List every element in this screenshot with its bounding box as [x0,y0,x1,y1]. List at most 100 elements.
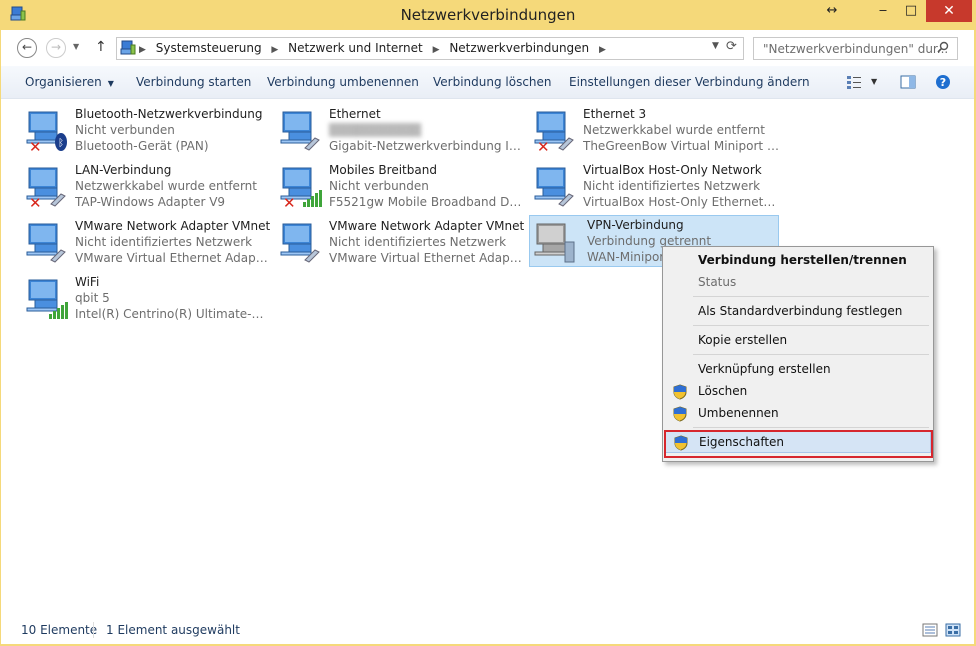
delete-connection-button[interactable]: Verbindung löschen [433,75,552,89]
list-item[interactable]: ✕ Mobiles Breitband Nicht verbunden F552… [277,160,527,212]
start-connection-button[interactable]: Verbindung starten [136,75,251,89]
uac-shield-icon [673,384,687,400]
command-bar: Organisieren ▼ Verbindung starten Verbind… [1,66,974,99]
item-device: Gigabit-Netzwerkverbindung Inte... [329,139,525,153]
svg-text:✕: ✕ [29,138,42,152]
network-folder-icon [120,40,136,55]
item-device: TAP-Windows Adapter V9 [75,195,226,209]
chevron-right-icon[interactable]: ▶ [271,45,278,55]
list-item[interactable]: VirtualBox Host-Only Network Nicht ident… [531,160,781,212]
network-adapter-icon [534,167,574,207]
network-adapter-icon: ✕ [534,111,574,152]
menu-item-label: Verknüpfung erstellen [698,362,831,376]
close-button[interactable]: ✕ [926,0,972,22]
menu-item-label: Kopie erstellen [698,333,788,347]
menu-item-set-default[interactable]: Als Standardverbindung festlegen [665,301,931,323]
item-name: Mobiles Breitband [329,163,437,177]
menu-item-label: Umbenennen [698,406,779,420]
back-button[interactable]: ← [17,38,37,58]
item-status: qbit 5 [75,291,110,305]
window: Netzwerkverbindungen ↔ ‒ □ ✕ ← → ▼ ↑ ▶ S… [0,0,976,646]
item-name: VPN-Verbindung [587,218,684,232]
breadcrumb-item[interactable]: Systemsteuerung [156,41,262,55]
chevron-right-icon[interactable]: ▶ [139,45,146,55]
item-name: VMware Network Adapter VMnet1 [75,219,271,233]
item-status: Netzwerkkabel wurde entfernt [75,179,257,193]
help-icon[interactable]: ? [935,74,951,90]
list-item[interactable]: ✕ Ethernet 3 Netzwerkkabel wurde entfern… [531,104,781,156]
item-device: TheGreenBow Virtual Miniport Ad... [583,139,779,153]
item-device: VirtualBox Host-Only Ethernet Ad... [583,195,779,209]
selection-count: 1 Element ausgewählt [106,623,240,637]
menu-item-delete[interactable]: Löschen [665,381,931,403]
minimize-button[interactable]: ‒ [868,0,898,22]
menu-separator [693,354,929,355]
menu-item-label: Löschen [698,384,748,398]
list-item[interactable]: VMware Network Adapter VMnet8 Nicht iden… [277,216,527,268]
item-name: Ethernet [329,107,381,121]
chevron-right-icon[interactable]: ▶ [599,45,606,55]
preview-pane-icon[interactable] [900,74,916,90]
search-input[interactable]: "Netzwerkverbindungen" dur... [753,37,958,60]
breadcrumb-item[interactable]: Netzwerk und Internet [288,41,423,55]
chevron-down-icon[interactable]: ▼ [871,77,877,86]
item-status: Netzwerkkabel wurde entfernt [583,123,765,137]
item-status: Nicht verbunden [75,123,175,137]
breadcrumb-item[interactable]: Netzwerkverbindungen [449,41,589,55]
view-options-icon[interactable] [846,74,862,90]
list-item[interactable]: Ethernet ▒▒▒▒▒▒▒▒▒▒ Gigabit-Netzwerkverb… [277,104,527,156]
network-adapter-icon [26,223,66,263]
network-adapter-icon [280,111,320,151]
item-device: F5521gw Mobile Broadband Driver [329,195,525,209]
refresh-icon[interactable]: ⟳ [726,39,737,54]
menu-separator [693,427,929,428]
menu-item-copy[interactable]: Kopie erstellen [665,330,931,352]
up-button[interactable]: ↑ [95,39,107,55]
menu-item-label: Als Standardverbindung festlegen [698,304,903,318]
status-divider [93,622,94,638]
large-icons-view-icon[interactable] [945,623,961,637]
item-name: VMware Network Adapter VMnet8 [329,219,525,233]
organize-label: Organisieren [25,75,102,89]
search-placeholder: "Netzwerkverbindungen" dur... [763,42,949,56]
chevron-right-icon[interactable]: ▶ [433,45,440,55]
recent-locations-dropdown[interactable]: ▼ [73,42,79,51]
menu-item-create-shortcut[interactable]: Verknüpfung erstellen [665,359,931,381]
list-item[interactable]: WiFi qbit 5 Intel(R) Centrino(R) Ultimat… [23,272,273,324]
menu-item-status[interactable]: Status [665,272,931,294]
svg-text:✕: ✕ [29,194,42,208]
chevron-down-icon[interactable]: ▼ [712,41,719,51]
item-count: 10 Elemente [21,623,98,637]
list-item[interactable]: ✕ LAN-Verbindung Netzwerkkabel wurde ent… [23,160,273,212]
maximize-button[interactable]: □ [896,0,926,22]
item-status-redacted: ▒▒▒▒▒▒▒▒▒▒ [329,123,422,137]
rename-connection-button[interactable]: Verbindung umbenennen [267,75,419,89]
menu-item-connect-disconnect[interactable]: Verbindung herstellen/trennen [665,250,931,272]
item-name: Ethernet 3 [583,107,647,121]
address-field[interactable]: ▶ Systemsteuerung ▶ Netzwerk und Interne… [116,37,744,60]
network-adapter-icon: ✕ [26,167,66,208]
title-bar[interactable]: Netzwerkverbindungen ↔ ‒ □ ✕ [0,0,976,30]
menu-separator [693,296,929,297]
status-bar: 10 Elemente 1 Element ausgewählt [1,619,974,644]
menu-item-label: Status [698,275,737,289]
move-button[interactable]: ↔ [817,0,847,22]
connection-settings-button[interactable]: Einstellungen dieser Verbindung ändern [569,75,810,89]
highlight-annotation [664,430,933,458]
uac-shield-icon [673,406,687,422]
svg-text:✕: ✕ [283,194,296,208]
menu-separator [693,325,929,326]
svg-text:ᛒ: ᛒ [58,138,64,149]
details-view-icon[interactable] [922,623,938,637]
list-item[interactable]: VMware Network Adapter VMnet1 Nicht iden… [23,216,273,268]
organize-menu[interactable]: Organisieren ▼ [25,75,114,89]
item-name: Bluetooth-Netzwerkverbindung [75,107,263,121]
chevron-down-icon: ▼ [107,79,114,88]
list-item[interactable]: ✕ ᛒ Bluetooth-Netzwerkverbindung Nicht v… [23,104,273,156]
network-adapter-icon [280,223,320,263]
menu-item-label: Verbindung herstellen/trennen [698,253,907,267]
menu-item-rename[interactable]: Umbenennen [665,403,931,425]
item-device: VMware Virtual Ethernet Adapter ... [329,251,525,265]
search-icon[interactable] [937,41,949,53]
forward-button[interactable]: → [46,38,66,58]
